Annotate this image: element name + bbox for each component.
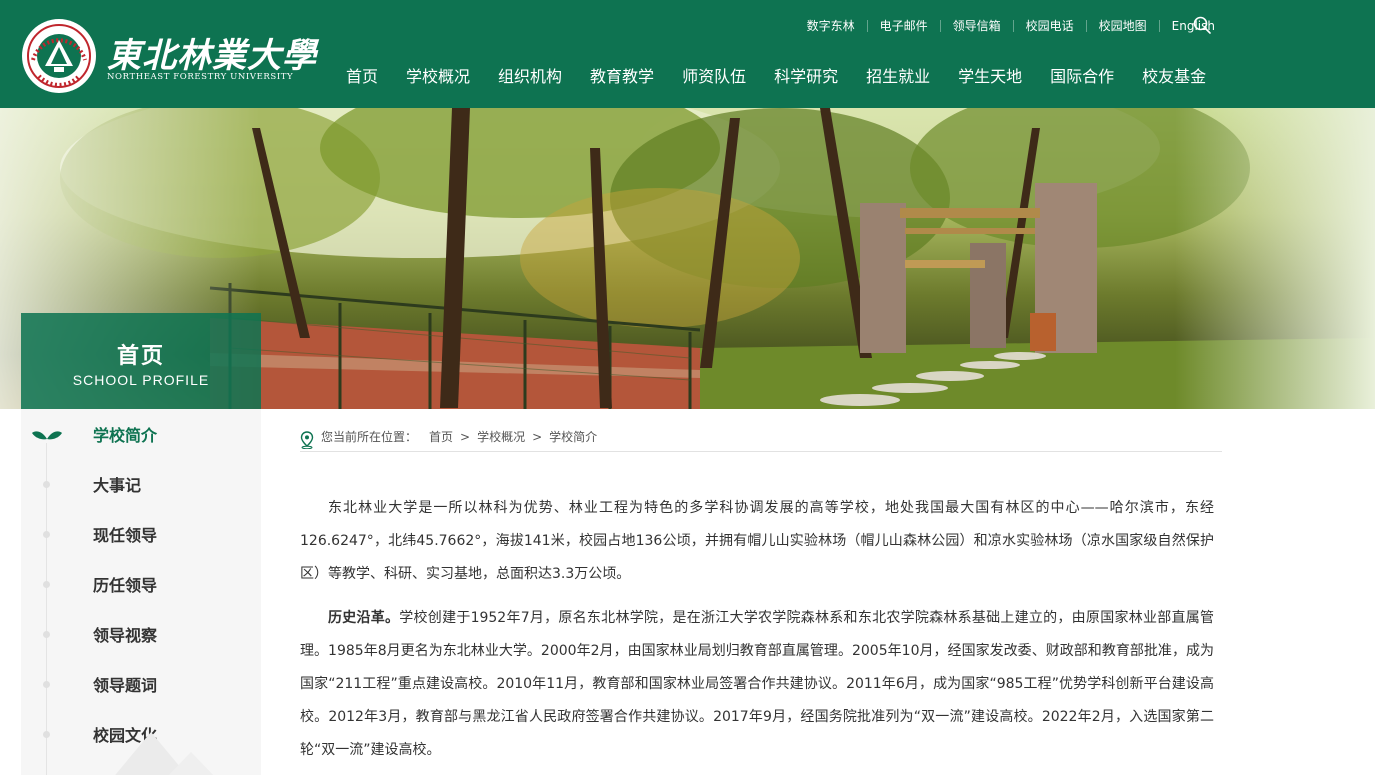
bullet-dot bbox=[43, 681, 50, 688]
util-link-campus-map[interactable]: 校园地图 bbox=[1099, 17, 1147, 34]
breadcrumb-home[interactable]: 首页 bbox=[429, 428, 453, 445]
divider bbox=[939, 19, 941, 32]
side-nav-item-current-leaders[interactable]: 现任领导 bbox=[21, 509, 261, 559]
side-nav-label: 大事记 bbox=[93, 476, 142, 495]
nav-item-home[interactable]: 首页 bbox=[338, 63, 386, 87]
side-nav-item-school-profile[interactable]: 学校简介 bbox=[21, 409, 261, 459]
nav-item-faculty[interactable]: 师资队伍 bbox=[674, 63, 754, 87]
side-nav-item-former-leaders[interactable]: 历任领导 bbox=[21, 559, 261, 609]
article-paragraph: 东北林业大学是一所以林科为优势、林业工程为特色的多学科协调发展的高等学校，地处我… bbox=[300, 500, 1214, 582]
site-header: 東北林業大學 NORTHEAST FORESTRY UNIVERSITY 数字东… bbox=[0, 0, 1375, 108]
nav-item-alumni-fund[interactable]: 校友基金 bbox=[1134, 63, 1214, 87]
university-logo[interactable]: 東北林業大學 NORTHEAST FORESTRY UNIVERSITY bbox=[21, 16, 316, 93]
nav-item-admissions[interactable]: 招生就业 bbox=[858, 63, 938, 87]
section-subtitle: SCHOOL PROFILE bbox=[72, 372, 210, 388]
breadcrumb-separator: > bbox=[460, 429, 471, 444]
side-nav-label: 历任领导 bbox=[93, 576, 158, 595]
logo-chinese-name: 東北林業大學 bbox=[107, 36, 317, 76]
nav-item-about[interactable]: 学校概况 bbox=[398, 63, 478, 87]
nav-item-education[interactable]: 教育教学 bbox=[582, 63, 662, 87]
side-nav-label: 学校简介 bbox=[93, 426, 158, 445]
side-nav-item-chronicle[interactable]: 大事记 bbox=[21, 459, 261, 509]
divider bbox=[866, 19, 868, 32]
utility-links: 数字东林 电子邮件 领导信箱 校园电话 校园地图 English bbox=[807, 17, 1215, 34]
util-link-digital-nefu[interactable]: 数字东林 bbox=[807, 17, 855, 34]
side-nav-label: 领导题词 bbox=[93, 676, 158, 695]
util-link-campus-phone[interactable]: 校园电话 bbox=[1026, 17, 1074, 34]
article-paragraph: 历史沿革。学校创建于1952年7月，原名东北林学院，是在浙江大学农学院森林系和东… bbox=[300, 602, 1214, 767]
nav-item-research[interactable]: 科学研究 bbox=[766, 63, 846, 87]
breadcrumb: 您当前所在位置： 首页 > 学校概况 > 学校简介 bbox=[300, 422, 1222, 452]
bullet-dot bbox=[43, 531, 50, 538]
divider bbox=[1085, 19, 1087, 32]
main-nav: 首页 学校概况 组织机构 教育教学 师资队伍 科学研究 招生就业 学生天地 国际… bbox=[338, 63, 1226, 87]
util-link-email[interactable]: 电子邮件 bbox=[880, 17, 928, 34]
section-title-box: 首页 SCHOOL PROFILE bbox=[21, 313, 261, 409]
divider bbox=[1158, 19, 1160, 32]
leaf-icon bbox=[32, 431, 62, 440]
util-link-leader-mailbox[interactable]: 领导信箱 bbox=[953, 17, 1001, 34]
breadcrumb-lead: 您当前所在位置： bbox=[321, 430, 418, 444]
nav-item-students[interactable]: 学生天地 bbox=[950, 63, 1030, 87]
nav-item-organization[interactable]: 组织机构 bbox=[490, 63, 570, 87]
bullet-dot bbox=[43, 481, 50, 488]
breadcrumb-about[interactable]: 学校概况 bbox=[477, 428, 525, 445]
article-body: 东北林业大学是一所以林科为优势、林业工程为特色的多学科协调发展的高等学校，地处我… bbox=[300, 492, 1214, 778]
nav-item-international[interactable]: 国际合作 bbox=[1042, 63, 1122, 87]
bullet-dot bbox=[43, 731, 50, 738]
bullet-dot bbox=[43, 631, 50, 638]
side-nav-item-leader-inscriptions[interactable]: 领导题词 bbox=[21, 659, 261, 709]
side-nav-label: 现任领导 bbox=[93, 526, 158, 545]
university-seal-icon bbox=[22, 19, 96, 93]
search-icon[interactable] bbox=[1192, 15, 1212, 35]
breadcrumb-current[interactable]: 学校简介 bbox=[549, 428, 597, 445]
mountain-decoration bbox=[115, 732, 214, 775]
paragraph-text: 学校创建于1952年7月，原名东北林学院，是在浙江大学农学院森林系和东北农学院森… bbox=[300, 610, 1214, 758]
paragraph-heading: 历史沿革。 bbox=[328, 610, 400, 626]
side-nav-item-leader-visits[interactable]: 领导视察 bbox=[21, 609, 261, 659]
side-nav-label: 领导视察 bbox=[93, 626, 158, 645]
banner-fade-right bbox=[1175, 108, 1375, 409]
location-pin-icon bbox=[300, 430, 314, 449]
breadcrumb-separator: > bbox=[532, 429, 543, 444]
divider bbox=[1012, 19, 1014, 32]
hero-banner: 首页 SCHOOL PROFILE bbox=[0, 108, 1375, 409]
logo-english-name: NORTHEAST FORESTRY UNIVERSITY bbox=[107, 72, 294, 82]
bullet-dot bbox=[43, 581, 50, 588]
side-nav: 学校简介 大事记 现任领导 历任领导 领导视察 领导题词 校园文化 bbox=[21, 409, 261, 775]
section-title: 首页 bbox=[116, 344, 165, 369]
